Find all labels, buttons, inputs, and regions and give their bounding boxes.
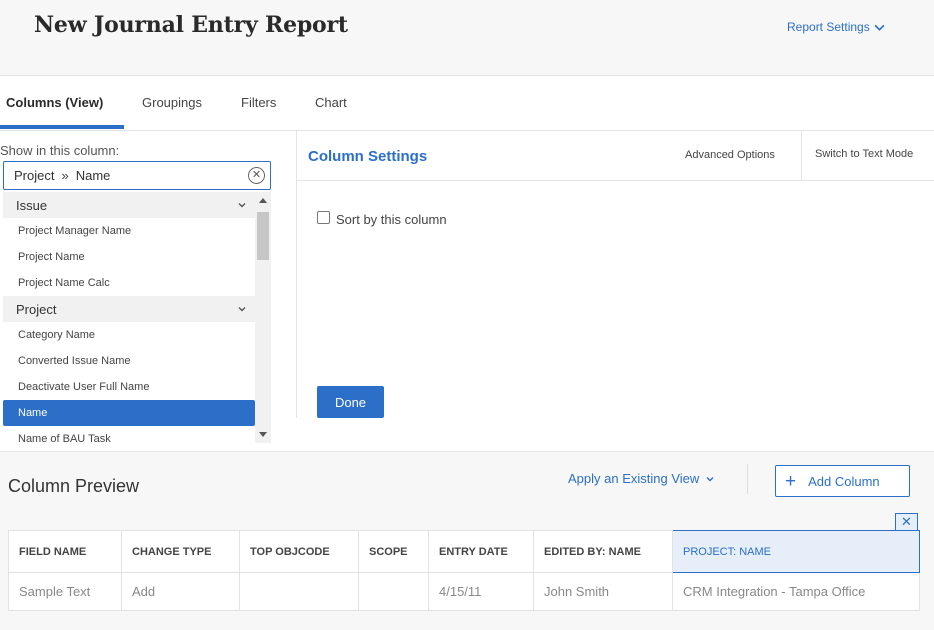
column-header-edited-by-name[interactable]: EDITED BY: NAME: [533, 530, 673, 573]
field-group-issue[interactable]: Issue: [3, 192, 255, 218]
scrollbar-thumb[interactable]: [257, 212, 269, 260]
done-button[interactable]: Done: [317, 386, 384, 418]
field-list: Issue Project Manager Name Project Name …: [3, 192, 255, 443]
field-list-scrollbar[interactable]: [255, 192, 271, 443]
column-header-top-objcode[interactable]: TOP OBJCODE: [239, 530, 359, 573]
field-item-deactivate-user-full-name[interactable]: Deactivate User Full Name: [3, 374, 255, 400]
apply-existing-view-dropdown[interactable]: Apply an Existing View: [568, 471, 715, 486]
field-item-category-name[interactable]: Category Name: [3, 322, 255, 348]
field-item-project-name-calc[interactable]: Project Name Calc: [3, 270, 255, 296]
header-divider: [801, 131, 802, 180]
column-header-entry-date[interactable]: ENTRY DATE: [428, 530, 534, 573]
chevron-down-icon: [238, 203, 246, 208]
clear-icon[interactable]: ✕: [248, 167, 265, 184]
plus-icon: +: [785, 470, 797, 492]
report-header: New Journal Entry Report Report Settings: [0, 0, 934, 76]
field-group-project[interactable]: Project: [3, 296, 255, 322]
column-header-scope[interactable]: SCOPE: [358, 530, 429, 573]
column-header-project-name[interactable]: PROJECT: NAME: [672, 530, 920, 573]
table-cell: [358, 572, 429, 611]
double-chevron-right-icon: »: [61, 168, 69, 183]
table-row: Sample Text Add 4/15/11 John Smith CRM I…: [8, 572, 920, 611]
panel-divider: [296, 131, 297, 418]
column-preview-title: Column Preview: [8, 476, 140, 496]
field-group-label: Project: [16, 301, 57, 317]
field-item-project-manager-name[interactable]: Project Manager Name: [3, 218, 255, 244]
table-cell: Add: [121, 572, 240, 611]
tab-columns-view[interactable]: Columns (View): [6, 95, 103, 110]
field-item-name[interactable]: Name: [3, 400, 255, 426]
table-cell: John Smith: [533, 572, 673, 611]
report-settings-label: Report Settings: [787, 20, 870, 34]
chevron-down-icon: [874, 24, 885, 31]
settings-divider: [297, 180, 934, 181]
toolbar-divider: [747, 464, 748, 494]
table-cell: 4/15/11: [428, 572, 534, 611]
field-item-converted-issue-name[interactable]: Converted Issue Name: [3, 348, 255, 374]
page-title: New Journal Entry Report: [34, 12, 348, 38]
column-preview-section: Column Preview Apply an Existing View + …: [0, 451, 934, 630]
column-header-change-type[interactable]: CHANGE TYPE: [121, 530, 240, 573]
column-settings-title: Column Settings: [308, 148, 428, 165]
apply-existing-view-label: Apply an Existing View: [568, 471, 700, 486]
table-cell: [239, 572, 359, 611]
table-header-row: FIELD NAME CHANGE TYPE TOP OBJCODE SCOPE…: [8, 530, 920, 573]
remove-column-button[interactable]: ✕: [895, 513, 918, 531]
sort-by-column-label: Sort by this column: [336, 212, 447, 227]
field-picker-input[interactable]: Project » Name ✕: [3, 161, 271, 190]
field-item-name-of-bau-task[interactable]: Name of BAU Task: [3, 426, 255, 443]
field-picker-label: Show in this column:: [0, 143, 120, 158]
report-tabs: Columns (View) Groupings Filters Chart: [0, 76, 934, 131]
field-group-label: Issue: [16, 197, 48, 213]
column-header-field-name[interactable]: FIELD NAME: [8, 530, 122, 573]
column-preview-table: FIELD NAME CHANGE TYPE TOP OBJCODE SCOPE…: [8, 530, 920, 611]
chevron-down-icon: [238, 307, 246, 312]
advanced-options-link[interactable]: Advanced Options: [685, 149, 775, 161]
tab-chart[interactable]: Chart: [315, 95, 347, 110]
sort-by-column-checkbox[interactable]: [317, 211, 330, 224]
add-column-label: Add Column: [808, 473, 880, 489]
field-item-project-name[interactable]: Project Name: [3, 244, 255, 270]
field-name-value: Name: [75, 168, 111, 183]
tab-groupings[interactable]: Groupings: [142, 95, 202, 110]
report-settings-menu[interactable]: Report Settings: [787, 20, 885, 34]
active-tab-indicator: [0, 125, 124, 129]
switch-to-text-mode-link[interactable]: Switch to Text Mode: [815, 148, 913, 160]
field-object-value: Project: [14, 168, 55, 183]
tab-filters[interactable]: Filters: [241, 95, 276, 110]
scroll-down-arrow-icon[interactable]: [259, 432, 267, 437]
scroll-up-arrow-icon[interactable]: [259, 198, 267, 203]
table-cell: CRM Integration - Tampa Office: [672, 572, 920, 611]
table-cell: Sample Text: [8, 572, 122, 611]
chevron-down-icon: [706, 476, 714, 481]
add-column-button[interactable]: + Add Column: [775, 465, 910, 497]
